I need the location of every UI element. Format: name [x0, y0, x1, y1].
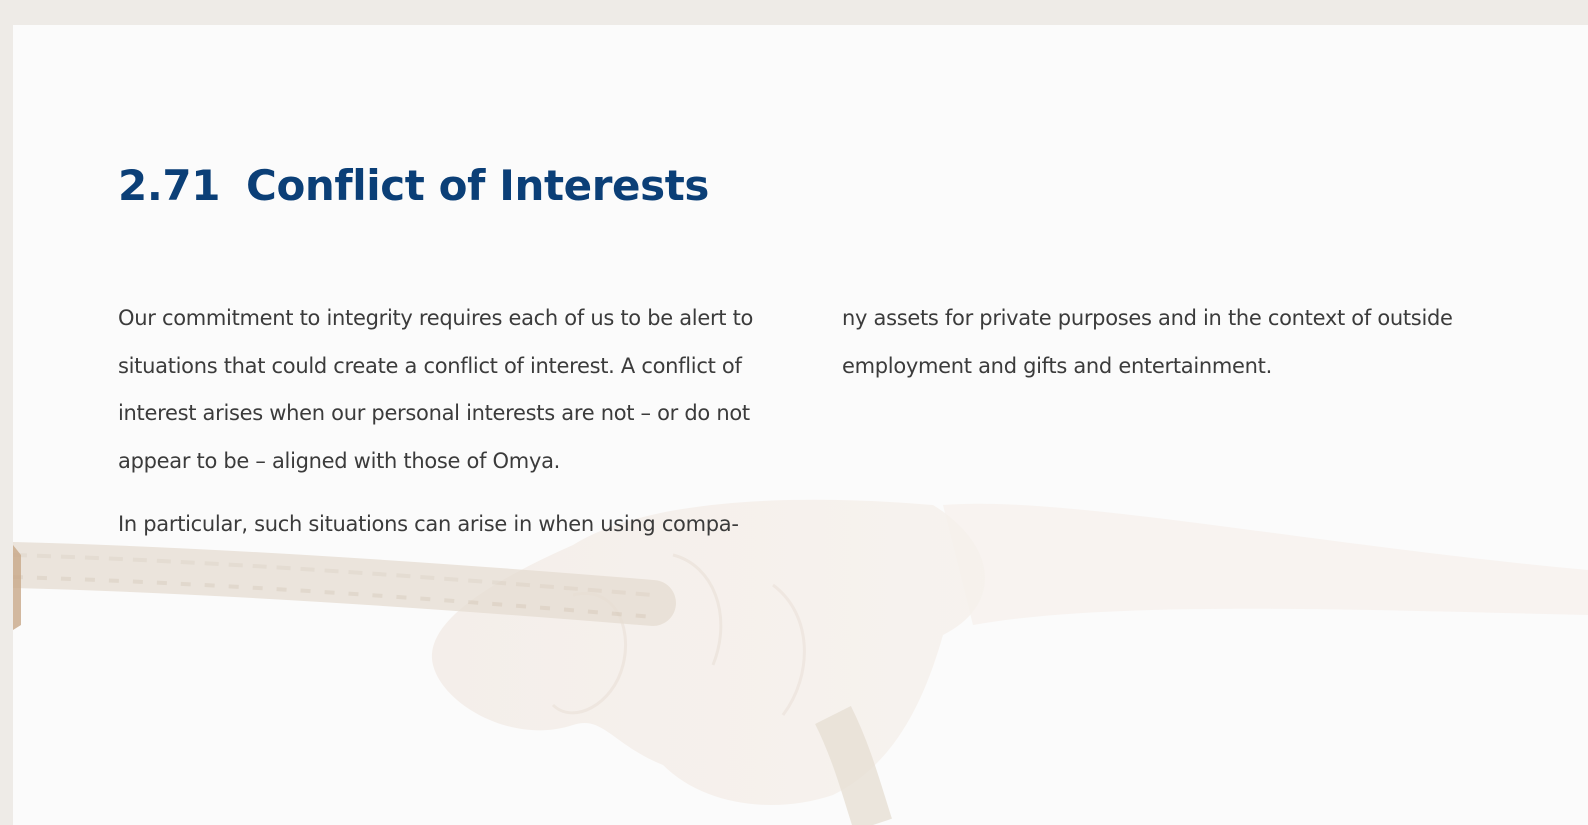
- paragraph-particular: In particular, such situations can arise…: [118, 512, 739, 536]
- content-area: 2.71 Conflict of Interests Our commitment…: [13, 25, 1588, 825]
- paragraph-intro: Our commitment to integrity requires eac…: [118, 306, 754, 473]
- section-number: 2.71: [118, 161, 221, 210]
- text-column-left: Our commitment to integrity requires eac…: [118, 295, 768, 549]
- section-heading: 2.71 Conflict of Interests: [118, 161, 709, 210]
- section-title: Conflict of Interests: [246, 161, 709, 210]
- paragraph-continuation: ny assets for private purposes and in th…: [842, 306, 1453, 378]
- document-page: 2.71 Conflict of Interests Our commitment…: [13, 25, 1588, 825]
- text-column-right: ny assets for private purposes and in th…: [842, 295, 1492, 390]
